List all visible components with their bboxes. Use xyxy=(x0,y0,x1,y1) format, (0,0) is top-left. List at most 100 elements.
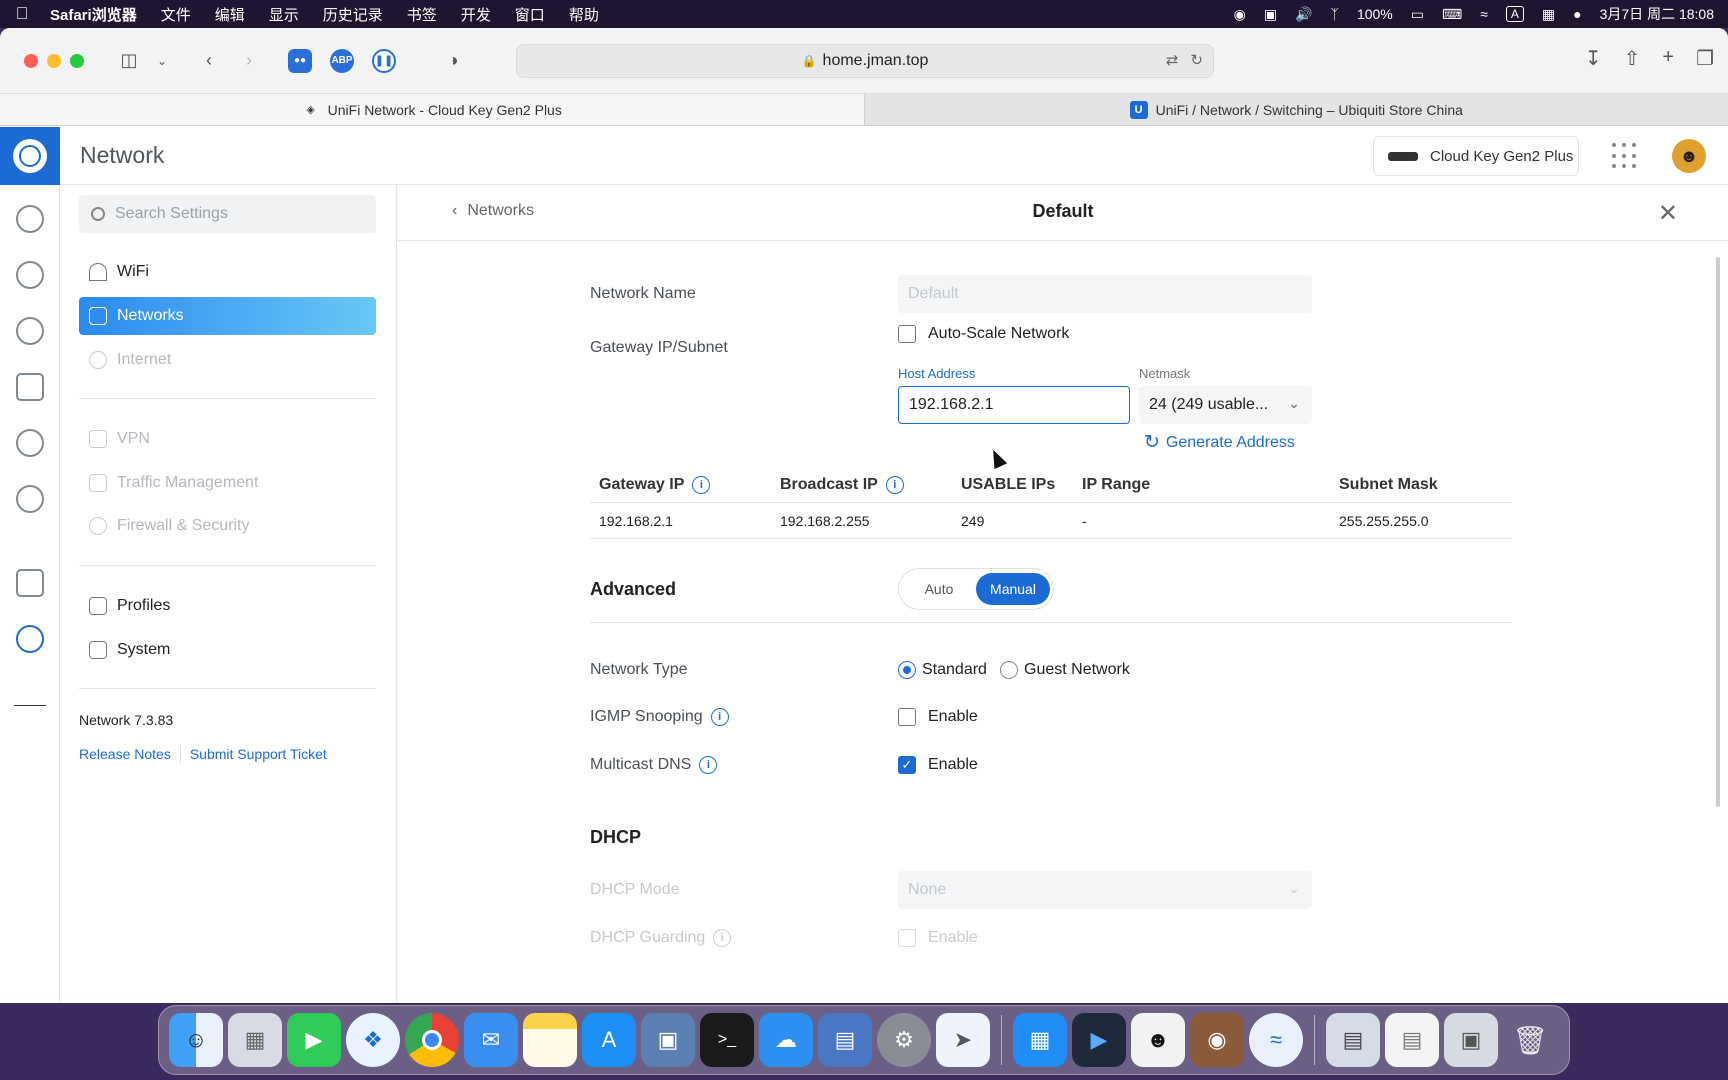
manual-option[interactable]: Manual xyxy=(976,573,1050,605)
app-store-icon[interactable]: A xyxy=(582,1013,636,1067)
finder-icon[interactable]: ☺ xyxy=(169,1013,223,1067)
extension-icon[interactable]: ●● xyxy=(288,48,312,73)
windows-app-icon[interactable]: ▦ xyxy=(1013,1013,1067,1067)
tab-unifi-network[interactable]: ◈ UniFi Network - Cloud Key Gen2 Plus xyxy=(0,94,864,125)
remote-desktop-icon[interactable]: ▣ xyxy=(641,1013,695,1067)
back-icon[interactable]: ‹ xyxy=(194,46,224,76)
auto-option[interactable]: Auto xyxy=(902,573,976,605)
window-stack-icon[interactable]: ▣ xyxy=(1444,1013,1498,1067)
chevron-down-icon[interactable]: ⌄ xyxy=(154,46,170,76)
insights-icon[interactable] xyxy=(16,485,44,513)
sidebar-item-traffic-management[interactable]: Traffic Management xyxy=(79,464,376,502)
netmask-select[interactable]: 24 (249 usable... ⌄ xyxy=(1139,386,1312,424)
chrome-icon[interactable] xyxy=(405,1013,459,1067)
forward-icon[interactable]: › xyxy=(234,46,264,76)
translate-icon[interactable]: ⇄ xyxy=(1166,51,1179,69)
menu-develop[interactable]: 开发 xyxy=(449,4,503,25)
dashboard-icon[interactable] xyxy=(16,205,44,233)
tab-overview-icon[interactable]: ❐ xyxy=(1696,46,1714,71)
sidebar-item-firewall-security[interactable]: Firewall & Security xyxy=(79,507,376,545)
info-icon[interactable]: i xyxy=(699,756,718,774)
apple-icon[interactable]:  xyxy=(0,4,44,24)
release-notes-link[interactable]: Release Notes xyxy=(79,746,171,762)
search-input[interactable]: Search Settings xyxy=(79,195,376,233)
menu-window[interactable]: 窗口 xyxy=(503,4,557,25)
host-address-input[interactable]: 192.168.2.1 xyxy=(898,386,1130,424)
radio-standard[interactable]: Standard xyxy=(898,661,987,679)
close-window-button[interactable] xyxy=(24,53,38,68)
topology-icon[interactable] xyxy=(16,261,44,289)
apps-grid-icon[interactable] xyxy=(1612,143,1638,169)
cloud-app-icon[interactable]: ☁ xyxy=(759,1013,813,1067)
unifi-logo[interactable] xyxy=(0,126,60,185)
document-stack-icon[interactable]: ▤ xyxy=(1385,1013,1439,1067)
facetime-icon[interactable]: ▶ xyxy=(287,1013,341,1067)
avatar[interactable]: ☻ xyxy=(1672,139,1706,173)
close-icon[interactable]: ✕ xyxy=(1658,199,1678,228)
security-shield-icon[interactable] xyxy=(16,429,44,457)
media-player-icon[interactable]: ▶ xyxy=(1072,1013,1126,1067)
menu-history[interactable]: 历史记录 xyxy=(311,4,395,25)
address-bar[interactable]: 🔒 home.jman.top ⇄ ↻ xyxy=(516,44,1214,78)
siri-icon[interactable]: ● xyxy=(1573,6,1581,22)
share-icon[interactable]: ⇧ xyxy=(1624,46,1641,71)
safari-icon[interactable]: ❖ xyxy=(346,1013,400,1067)
menu-edit[interactable]: 编辑 xyxy=(203,4,257,25)
adblock-plus-icon[interactable]: ABP xyxy=(330,48,354,73)
system-settings-icon[interactable]: ⚙ xyxy=(877,1013,931,1067)
battery-icon[interactable]: ▭ xyxy=(1411,6,1424,23)
wifi-icon[interactable]: ≈ xyxy=(1480,6,1488,22)
sidebar-toggle-icon[interactable]: ◫ xyxy=(114,46,144,76)
menu-bookmarks[interactable]: 书签 xyxy=(395,4,449,25)
bluetooth-icon[interactable]: ᛉ xyxy=(1331,6,1339,22)
sidebar-item-profiles[interactable]: Profiles xyxy=(79,587,376,625)
info-icon[interactable]: i xyxy=(692,476,711,494)
mdns-enable-checkbox[interactable]: ✓ Enable xyxy=(898,756,978,774)
info-icon[interactable]: i xyxy=(710,708,729,726)
rocket-app-icon[interactable]: ➤ xyxy=(936,1013,990,1067)
dhcp-mode-select[interactable]: None ⌄ xyxy=(898,871,1312,909)
zoom-window-button[interactable] xyxy=(70,53,84,68)
generate-address-button[interactable]: ↻ Generate Address xyxy=(1144,431,1295,454)
support-ticket-link[interactable]: Submit Support Ticket xyxy=(190,746,327,762)
sidebar-item-wifi[interactable]: WiFi xyxy=(79,253,376,291)
terminal-icon[interactable]: >_ xyxy=(700,1013,754,1067)
new-tab-icon[interactable]: + xyxy=(1662,46,1674,71)
downloads-icon[interactable]: ↧ xyxy=(1585,46,1602,71)
screen-sharing-icon[interactable]: ▤ xyxy=(818,1013,872,1067)
sidebar-item-internet[interactable]: Internet xyxy=(79,341,376,379)
igmp-enable-checkbox[interactable]: Enable xyxy=(898,708,978,726)
screenshot-icon[interactable]: ▣ xyxy=(1264,6,1277,23)
sidebar-item-networks[interactable]: Networks xyxy=(79,297,376,335)
menu-view[interactable]: 显示 xyxy=(257,4,311,25)
menu-file[interactable]: 文件 xyxy=(149,4,203,25)
menu-help[interactable]: 帮助 xyxy=(557,4,611,25)
keyboard-icon[interactable]: ⌨ xyxy=(1442,6,1462,23)
minimize-window-button[interactable] xyxy=(47,53,61,68)
trash-icon[interactable]: 🗑 xyxy=(1503,1013,1557,1067)
clients-icon[interactable] xyxy=(16,373,44,401)
devices-icon[interactable] xyxy=(16,317,44,345)
auto-scale-checkbox[interactable]: Auto-Scale Network xyxy=(898,325,1069,343)
mail-icon[interactable]: ✉ xyxy=(464,1013,518,1067)
menubar-clock[interactable]: 3月7日 周二 18:08 xyxy=(1600,4,1714,24)
network-name-field[interactable]: Default xyxy=(898,275,1312,313)
notes-icon[interactable] xyxy=(523,1013,577,1067)
volume-icon[interactable]: 🔊 xyxy=(1295,6,1312,23)
preview-icon[interactable]: ▤ xyxy=(1326,1013,1380,1067)
network-app-icon[interactable]: ≈ xyxy=(1249,1013,1303,1067)
radio-guest-network[interactable]: Guest Network xyxy=(1000,661,1130,679)
privacy-shield-icon[interactable]: ◑ xyxy=(438,46,468,76)
control-center-icon[interactable]: ▦ xyxy=(1542,6,1555,23)
device-selector[interactable]: Cloud Key Gen2 Plus xyxy=(1373,136,1579,176)
qq-icon[interactable]: ☻ xyxy=(1131,1013,1185,1067)
input-method-icon[interactable]: A xyxy=(1505,6,1524,22)
tab-ubiquiti-store[interactable]: U UniFi / Network / Switching – Ubiquiti… xyxy=(863,94,1728,125)
sidebar-item-system[interactable]: System xyxy=(79,631,376,669)
info-icon[interactable]: i xyxy=(885,476,904,494)
reload-icon[interactable]: ↻ xyxy=(1190,51,1203,69)
launchpad-icon[interactable]: ▦ xyxy=(228,1013,282,1067)
menubar-app-name[interactable]: Safari浏览器 xyxy=(44,4,149,25)
pause-extension-icon[interactable]: ❚❚ xyxy=(372,48,396,73)
record-icon[interactable]: ◉ xyxy=(1234,6,1246,23)
